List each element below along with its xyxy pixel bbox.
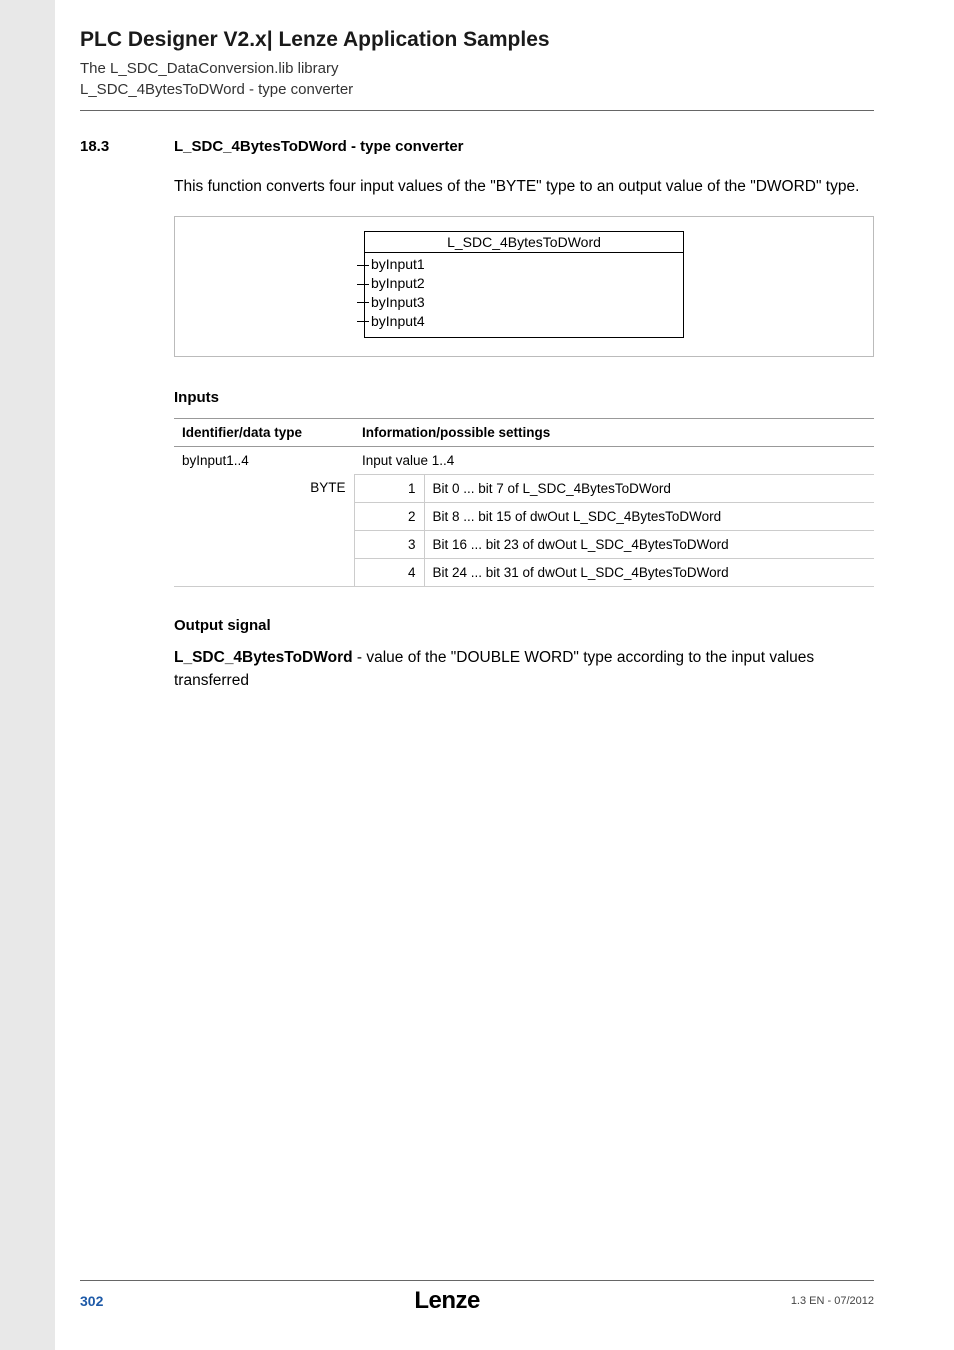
fb-input-label: byInput3 xyxy=(371,294,425,310)
fb-input-label: byInput1 xyxy=(371,256,425,272)
fb-input-label: byInput2 xyxy=(371,275,425,291)
doc-title: PLC Designer V2.x| Lenze Application Sam… xyxy=(80,28,874,52)
output-heading: Output signal xyxy=(174,617,874,634)
doc-subtitle-2: L_SDC_4BytesToDWord - type converter xyxy=(80,79,874,100)
cell-num: 4 xyxy=(354,558,424,586)
col-identifier: Identifier/data type xyxy=(174,418,354,446)
main-content: 18.3 L_SDC_4BytesToDWord - type converte… xyxy=(80,138,874,692)
fb-input-2: byInput2 xyxy=(371,274,677,293)
section-heading-row: 18.3 L_SDC_4BytesToDWord - type converte… xyxy=(80,138,874,155)
doc-version: 1.3 EN - 07/2012 xyxy=(791,1295,874,1307)
section-number: 18.3 xyxy=(80,138,174,155)
page-number: 302 xyxy=(80,1293,103,1309)
cell-desc: Bit 0 ... bit 7 of L_SDC_4BytesToDWord xyxy=(424,474,874,502)
cell-num: 3 xyxy=(354,530,424,558)
cell-datatype: BYTE xyxy=(174,474,354,586)
col-information: Information/possible settings xyxy=(354,418,874,446)
cell-desc: Bit 24 ... bit 31 of dwOut L_SDC_4BytesT… xyxy=(424,558,874,586)
fb-input-1: byInput1 xyxy=(371,255,677,274)
cell-desc: Bit 8 ... bit 15 of dwOut L_SDC_4BytesTo… xyxy=(424,502,874,530)
cell-num: 2 xyxy=(354,502,424,530)
fb-input-label: byInput4 xyxy=(371,313,425,329)
cell-identifier: byInput1..4 xyxy=(174,446,354,474)
page-header: PLC Designer V2.x| Lenze Application Sam… xyxy=(80,28,874,100)
output-description: L_SDC_4BytesToDWord - value of the "DOUB… xyxy=(174,646,874,693)
left-margin-bar xyxy=(0,0,55,1350)
section-intro: This function converts four input values… xyxy=(174,175,874,198)
table-row: BYTE 1 Bit 0 ... bit 7 of L_SDC_4BytesTo… xyxy=(174,474,874,502)
function-block-diagram: L_SDC_4BytesToDWord byInput1 byInput2 by… xyxy=(174,216,874,357)
fb-input-4: byInput4 xyxy=(371,312,677,331)
doc-subtitle-1: The L_SDC_DataConversion.lib library xyxy=(80,58,874,79)
inputs-table: Identifier/data type Information/possibl… xyxy=(174,418,874,587)
table-row: byInput1..4 Input value 1..4 xyxy=(174,446,874,474)
section-title: L_SDC_4BytesToDWord - type converter xyxy=(174,138,464,155)
fb-input-3: byInput3 xyxy=(371,293,677,312)
fb-title: L_SDC_4BytesToDWord xyxy=(365,232,683,253)
lenze-logo: Lenze xyxy=(414,1287,480,1315)
page-footer: 302 Lenze 1.3 EN - 07/2012 xyxy=(80,1280,874,1310)
cell-num: 1 xyxy=(354,474,424,502)
inputs-heading: Inputs xyxy=(174,389,874,406)
cell-info-head: Input value 1..4 xyxy=(354,446,874,474)
cell-desc: Bit 16 ... bit 23 of dwOut L_SDC_4BytesT… xyxy=(424,530,874,558)
output-name: L_SDC_4BytesToDWord xyxy=(174,649,353,666)
header-divider xyxy=(80,110,874,111)
